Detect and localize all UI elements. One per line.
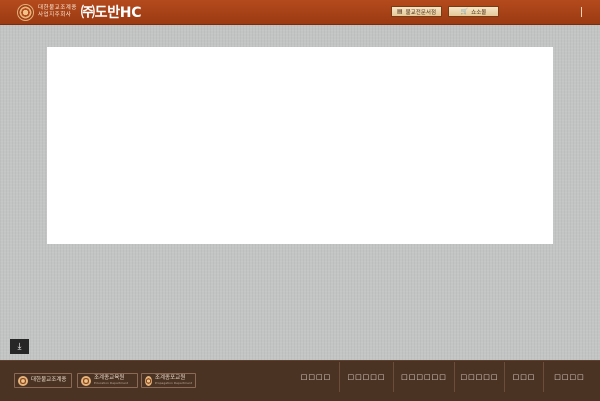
download-button[interactable]: ⤓ xyxy=(10,339,29,354)
footer-logo-education[interactable]: 조계종교육원 Education Department xyxy=(77,373,138,388)
footer-nav: □□□□ □□□□□ □□□□□□ □□□□□ □□□ □□□□ xyxy=(293,362,595,400)
footer-logo-subtitle: Education Department xyxy=(94,380,129,385)
logo-main: ㈜도반HC xyxy=(80,5,142,21)
dharma-wheel-icon xyxy=(81,375,91,386)
site-logo[interactable]: 대한불교조계종 사업지주회사 ㈜도반HC xyxy=(17,2,141,22)
cart-icon: 🛒 xyxy=(460,7,469,15)
logo-line2: 사업지주회사 xyxy=(38,12,72,18)
logo-line1: 대한불교조계종 xyxy=(38,5,77,11)
footer-nav-item[interactable]: □□□ xyxy=(504,362,543,392)
site-header: 대한불교조계종 사업지주회사 ㈜도반HC ▤ 불교전문서점 🛒 쇼소몰 xyxy=(0,0,600,25)
footer-nav-item[interactable]: □□□□ xyxy=(543,362,595,392)
footer-logo-propagation[interactable]: 조계종포교원 Propagation Department xyxy=(141,373,196,388)
buddhist-bookstore-button[interactable]: ▤ 불교전문서점 xyxy=(391,6,442,17)
dharma-wheel-icon xyxy=(18,375,28,386)
download-icon: ⤓ xyxy=(17,341,22,352)
content-panel xyxy=(47,47,553,244)
shop-mall-button[interactable]: 🛒 쇼소몰 xyxy=(448,6,499,17)
book-icon: ▤ xyxy=(396,7,403,15)
shop-mall-label: 쇼소몰 xyxy=(471,9,487,16)
dharma-wheel-icon xyxy=(145,375,152,386)
footer-logo-title: 대한불교조계종 xyxy=(31,377,67,383)
footer-nav-item[interactable]: □□□□□ xyxy=(454,362,504,392)
header-divider xyxy=(581,7,582,17)
footer-logo-subtitle: Propagation Department xyxy=(154,380,192,385)
footer-logo-jogye-order[interactable]: 대한불교조계종 xyxy=(14,373,72,388)
dharma-wheel-icon xyxy=(17,3,34,21)
footer-nav-item[interactable]: □□□□□ xyxy=(339,362,393,392)
footer-nav-item[interactable]: □□□□□□ xyxy=(393,362,454,392)
footer-nav-item[interactable]: □□□□ xyxy=(293,362,339,392)
bookstore-label: 불교전문서점 xyxy=(405,9,437,16)
